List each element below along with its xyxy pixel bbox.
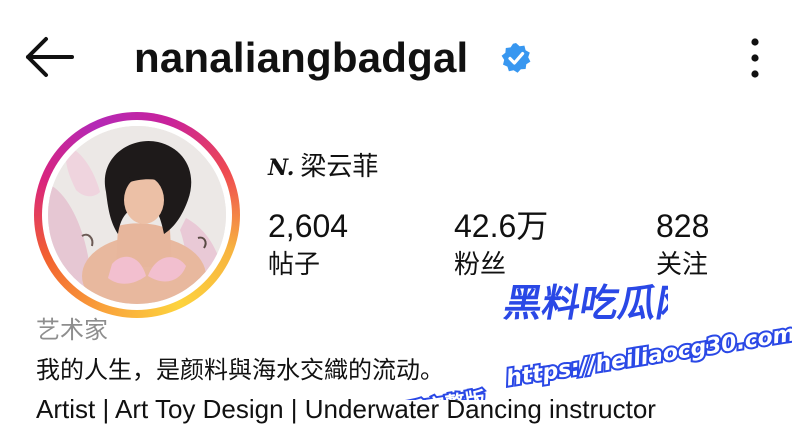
followers-count: 42.6万 [454, 208, 549, 244]
arrow-left-icon [26, 37, 74, 77]
display-name: N. 梁云菲 [268, 150, 378, 185]
stat-following[interactable]: 828 关注 [656, 206, 709, 282]
profile-header: nanaliangbadgal [0, 0, 800, 116]
bio-line-1: 我的人生，是颜料與海水交織的流动。 [36, 356, 444, 384]
following-count: 828 [656, 208, 710, 244]
stat-followers[interactable]: 42.6万 粉丝 [454, 206, 548, 282]
avatar-frame [42, 120, 232, 310]
posts-label: 帖子 [268, 250, 321, 280]
back-button[interactable] [22, 34, 78, 80]
profile-category: 艺术家 [36, 316, 108, 344]
more-vertical-icon [751, 38, 759, 78]
name-mark: N. [268, 155, 295, 181]
story-ring[interactable] [34, 112, 240, 318]
watermark-caption: 看完整版 [404, 387, 487, 400]
display-name-text: 梁云菲 [300, 152, 379, 182]
stat-posts[interactable]: 2,604 帖子 [268, 206, 348, 282]
profile-username: nanaliangbadgal [134, 34, 469, 81]
avatar[interactable] [48, 126, 226, 304]
verified-badge-icon [500, 42, 532, 74]
posts-count: 2,604 [268, 208, 349, 244]
watermark-url: 看完整版 https://heiliaocg30.com [402, 319, 792, 400]
more-options-button[interactable] [740, 36, 770, 80]
watermark-url-text: https://heiliaocg30.com [504, 321, 792, 391]
